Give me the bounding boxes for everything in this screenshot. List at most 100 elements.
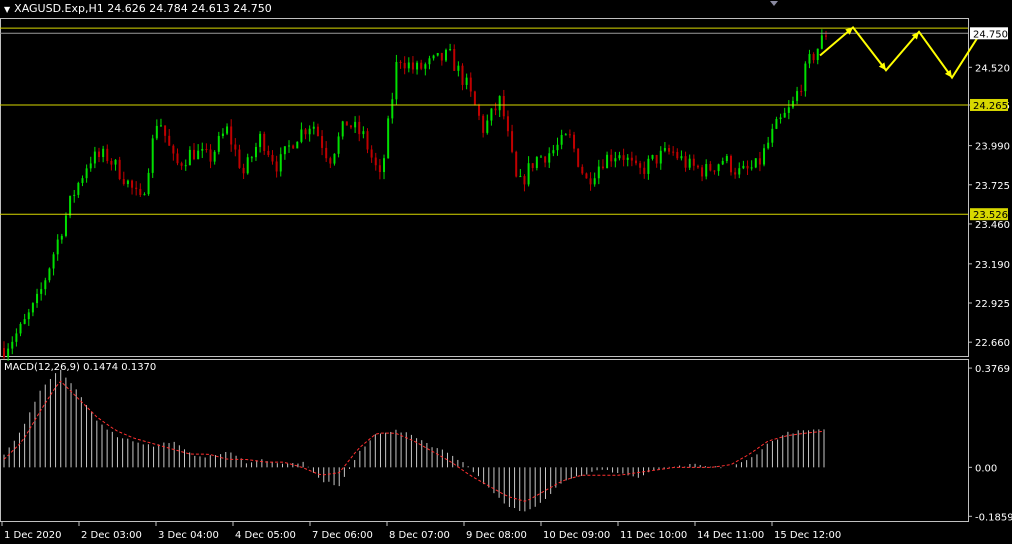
candle-body [337,136,340,154]
candle-body [126,180,129,185]
candle-body [655,155,658,164]
candle-body [663,148,666,151]
candle-body [742,165,745,169]
candle-body [585,173,588,179]
candle-body [420,62,423,69]
candle-body [378,165,381,173]
candle-body [424,64,427,69]
macd-header: MACD(12,26,9) 0.1474 0.1370 [4,362,157,373]
time-tick-label: 11 Dec 10:00 [620,530,687,541]
candle-body [717,164,720,172]
candle-body [411,62,414,70]
candle-body [709,164,712,171]
candle-body [370,149,373,158]
candle-body [98,151,101,158]
candle-body [659,150,662,164]
candle-body [560,135,563,145]
candle-body [618,155,621,159]
candle-body [188,149,191,166]
candle-body [3,348,5,357]
candle-body [457,65,460,71]
candle-body [292,145,295,149]
candle-body [201,149,204,151]
candle-body [490,108,493,121]
candle-body [506,116,509,132]
macd-tick-label: -0.1859 [975,512,1012,523]
candle-body [519,176,522,178]
candle-body [734,172,737,175]
candle-body [159,125,162,127]
candle-body [64,215,67,236]
candle-body [449,49,452,51]
candle-body [548,153,551,163]
candle-body [758,158,761,165]
candle-body [259,133,262,147]
time-tick-label: 8 Dec 07:00 [389,530,450,541]
candle-body [89,163,92,169]
symbol-info: XAGUSD.Exp,H1 24.626 24.784 24.613 24.75… [14,2,272,15]
candle-body [135,187,138,189]
candle-body [440,52,443,61]
candle-body [110,161,113,165]
level-price-label: 24.265 [973,101,1008,112]
price-tick-label: 23.190 [975,260,1010,271]
candle-body [577,148,580,167]
candle-body [81,178,84,183]
candle-body [358,121,361,135]
candle-body [155,125,158,139]
symbol-header: ▼ XAGUSD.Exp,H1 24.626 24.784 24.613 24.7… [4,2,272,15]
candle-body [705,164,708,177]
price-tick-label: 23.460 [975,220,1010,231]
candle-body [102,148,105,158]
candle-body [436,52,439,56]
candle-body [515,151,518,177]
price-tick-label: 23.990 [975,142,1010,153]
candle-body [614,158,617,162]
candle-body [444,49,447,61]
time-tick-label: 14 Dec 11:00 [697,530,764,541]
candle-body [453,49,456,71]
candle-body [750,167,753,169]
candle-body [816,48,819,61]
candle-body [304,129,307,135]
candle-body [205,149,208,151]
candle-body [11,341,14,349]
candle-body [754,158,757,168]
candle-body [246,157,249,174]
current-price-label: 24.750 [973,29,1008,40]
candle-body [783,112,786,118]
candle-body [147,172,150,195]
price-chart-canvas[interactable]: 24.520 24.265 23.990 23.725 23.460 23.190 22.9… [0,0,1012,544]
candle-body [143,194,146,196]
candle-body [250,157,253,159]
candle-body [267,150,270,155]
candle-body [300,129,303,142]
candle-body [52,254,55,269]
candle-body [238,149,241,168]
candle-body [56,239,59,255]
candle-body [738,168,741,175]
candle-body [688,158,691,168]
candle-body [333,153,336,164]
price-tick-label: 22.925 [975,299,1010,310]
candle-body [288,145,291,147]
candle-body [77,182,80,195]
candle-body [721,160,724,165]
level-price-label: 23.526 [973,210,1008,221]
candle-body [597,166,600,179]
candle-body [800,91,803,93]
time-tick-label: 9 Dec 08:00 [466,530,527,541]
candle-body [230,126,233,145]
candle-body [387,118,390,159]
candle-body [180,163,183,166]
candle-body [634,160,637,164]
candle-body [263,133,266,151]
candle-body [403,62,406,69]
candle-body [7,348,10,357]
candle-body [432,55,435,59]
candle-body [556,144,559,151]
candle-body [676,151,679,159]
candle-body [349,125,352,128]
time-tick-label: 2 Dec 03:00 [81,530,142,541]
collapse-triangle-icon[interactable]: ▼ [4,5,10,14]
